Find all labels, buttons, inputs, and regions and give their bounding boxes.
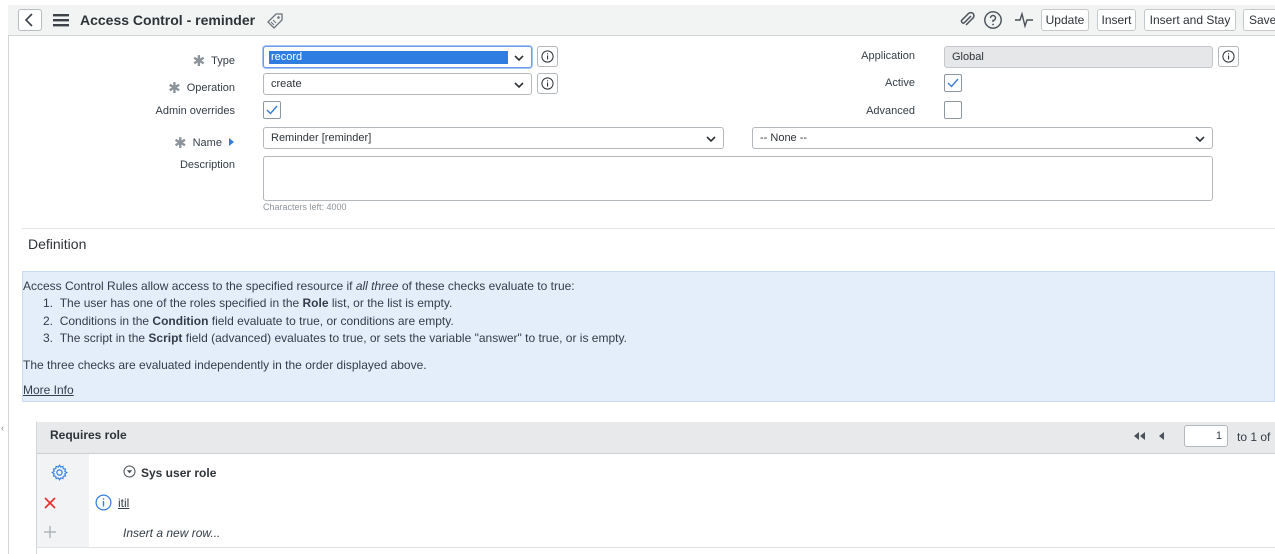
- left-divider: [8, 5, 9, 554]
- gear-icon[interactable]: [51, 464, 68, 481]
- name-label: ✱ Name: [174, 132, 235, 152]
- info-icon: [541, 50, 554, 63]
- more-info-link[interactable]: More Info: [23, 383, 74, 397]
- insert-action-cell: [37, 517, 89, 547]
- tag-icon[interactable]: [266, 12, 284, 30]
- info-icon[interactable]: [95, 494, 112, 511]
- required-icon: ✱: [192, 53, 206, 70]
- required-icon: ✱: [168, 80, 181, 97]
- admin-overrides-checkbox[interactable]: [263, 101, 281, 119]
- operation-label: ✱ Operation: [168, 80, 235, 97]
- check-icon: [947, 78, 959, 88]
- info-icon: [541, 77, 554, 90]
- list-item: 1. The user has one of the roles specifi…: [43, 296, 453, 310]
- save-button[interactable]: Save: [1243, 9, 1275, 31]
- active-checkbox[interactable]: [944, 74, 962, 92]
- chevron-left-icon: [24, 13, 33, 27]
- activity-icon[interactable]: [1014, 11, 1034, 29]
- help-icon[interactable]: [983, 10, 1003, 30]
- menu-icon[interactable]: [52, 12, 70, 28]
- page-count-text: to 1 of: [1237, 430, 1271, 444]
- application-value: Global: [952, 51, 984, 63]
- definition-list: 1. The user has one of the roles specifi…: [23, 295, 1263, 348]
- chevron-down-icon: [514, 82, 524, 89]
- column-header-sys-user-role[interactable]: Sys user role: [141, 466, 216, 480]
- description-label: Description: [179, 159, 235, 171]
- info-icon: [1222, 50, 1235, 63]
- role-link[interactable]: itil: [118, 496, 129, 510]
- delete-icon[interactable]: [44, 497, 56, 509]
- list-item: 2. Conditions in the Condition field eva…: [43, 313, 454, 328]
- type-label: ✱ Type: [192, 53, 235, 70]
- active-label: Active: [885, 77, 915, 89]
- related-list-title: Requires role: [50, 428, 127, 442]
- plus-icon[interactable]: [44, 526, 56, 538]
- insert-and-stay-button[interactable]: Insert and Stay: [1144, 9, 1236, 31]
- sort-menu-icon[interactable]: [123, 465, 136, 478]
- check-icon: [266, 105, 278, 115]
- back-button[interactable]: [18, 9, 42, 31]
- operation-info-button[interactable]: [537, 73, 558, 94]
- advanced-checkbox[interactable]: [944, 101, 962, 119]
- definition-panel: Access Control Rules allow access to the…: [22, 271, 1275, 402]
- definition-intro: Access Control Rules allow access to the…: [23, 279, 575, 293]
- field-select[interactable]: -- None --: [752, 127, 1213, 149]
- required-icon: ✱: [174, 135, 187, 152]
- update-button[interactable]: Update: [1041, 9, 1089, 31]
- caret-right-icon[interactable]: [228, 137, 235, 147]
- page-number-input[interactable]: 1: [1184, 425, 1228, 447]
- requires-role-list: Requires role 1 to 1 of Sys user role it…: [36, 422, 1275, 554]
- attachment-icon[interactable]: [958, 11, 976, 29]
- application-label: Application: [861, 50, 915, 62]
- type-info-button[interactable]: [537, 46, 558, 67]
- previous-page-icon[interactable]: [1157, 431, 1165, 441]
- admin-overrides-label: Admin overrides: [155, 105, 235, 117]
- chevron-down-icon: [706, 136, 716, 143]
- column-header-row: Sys user role: [37, 454, 1275, 490]
- form-header: Access Control - reminder Update Insert …: [8, 5, 1275, 36]
- definition-footer: The three checks are evaluated independe…: [23, 358, 427, 372]
- name-value: Reminder [reminder]: [271, 132, 372, 144]
- row-action-cell: [37, 489, 89, 517]
- section-divider: [22, 228, 1275, 229]
- table-row: itil: [37, 489, 1275, 518]
- definition-heading: Definition: [28, 236, 87, 252]
- collapse-handle[interactable]: ‹: [1, 423, 4, 433]
- name-select[interactable]: Reminder [reminder]: [263, 127, 724, 149]
- advanced-label: Advanced: [866, 105, 915, 117]
- operation-value: create: [271, 78, 302, 90]
- characters-left: Characters left: 4000: [263, 202, 347, 212]
- chevron-down-icon: [514, 55, 524, 62]
- insert-row: Insert a new row...: [37, 517, 1275, 548]
- application-info-button[interactable]: [1218, 46, 1239, 67]
- insert-new-row-text[interactable]: Insert a new row...: [123, 526, 220, 540]
- chevron-down-icon: [1195, 136, 1205, 143]
- type-value: record: [269, 50, 508, 64]
- field-value: -- None --: [760, 132, 808, 144]
- first-page-icon[interactable]: [1132, 431, 1146, 441]
- application-field: Global: [944, 46, 1213, 68]
- page-title: Access Control - reminder: [80, 12, 256, 28]
- column-settings-cell: [37, 454, 89, 489]
- list-item: 3. The script in the Script field (advan…: [43, 331, 627, 345]
- type-select[interactable]: record: [263, 46, 532, 68]
- insert-button[interactable]: Insert: [1097, 9, 1136, 31]
- related-list-header: Requires role 1 to 1 of: [37, 422, 1275, 454]
- operation-select[interactable]: create: [263, 73, 532, 95]
- description-textarea[interactable]: [263, 156, 1213, 201]
